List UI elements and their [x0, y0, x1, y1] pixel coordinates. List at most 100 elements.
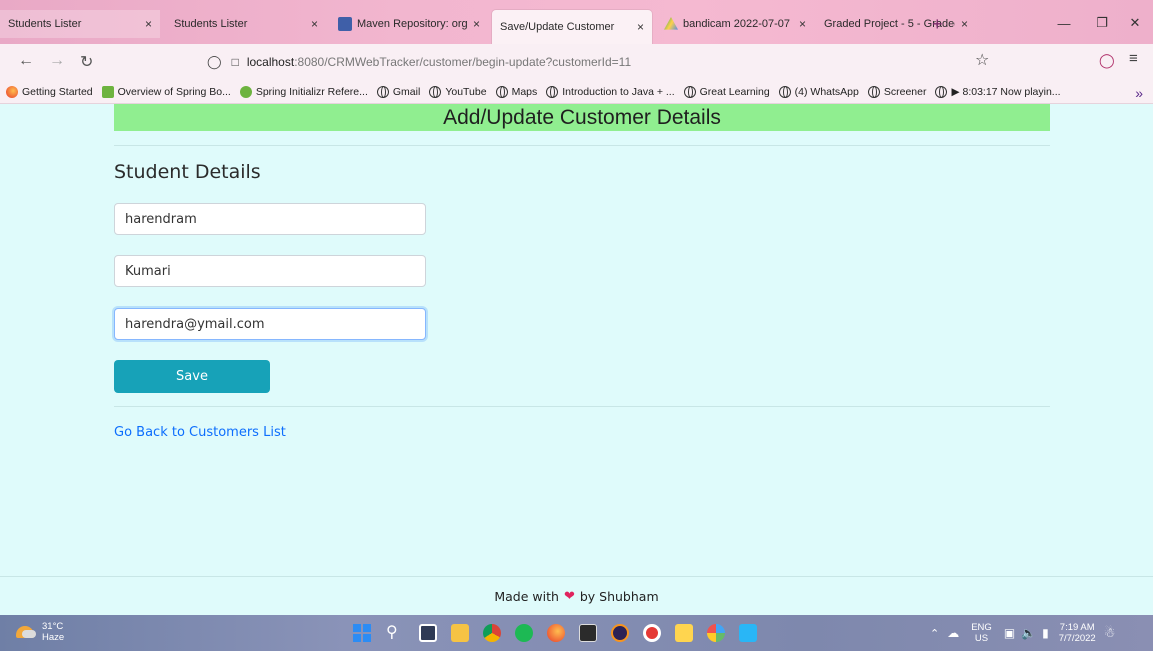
google-drive-icon: [664, 17, 678, 30]
email-input[interactable]: [114, 308, 426, 340]
globe-icon: [495, 85, 508, 98]
spring-icon: [101, 85, 114, 98]
window-close-icon[interactable]: ✕: [1117, 10, 1153, 36]
bookmark-label: Screener: [883, 85, 927, 98]
close-icon[interactable]: ×: [311, 17, 318, 31]
firefox-icon[interactable]: [547, 624, 565, 642]
section-title: Student Details: [114, 161, 261, 183]
forward-arrow-icon[interactable]: →: [49, 52, 65, 70]
globe-icon: [376, 85, 389, 98]
menu-icon[interactable]: ≡: [1129, 50, 1138, 67]
weather-widget[interactable]: 31°C Haze: [16, 621, 64, 643]
weather-desc: Haze: [42, 632, 65, 643]
bookmark-gmail[interactable]: Gmail: [376, 85, 420, 98]
close-icon[interactable]: ×: [799, 17, 806, 31]
tab-bandicam[interactable]: bandicam 2022-07-07 06 ×: [656, 10, 814, 38]
bookmark-great-learning[interactable]: Great Learning: [683, 85, 770, 98]
divider: [114, 406, 1050, 407]
volume-icon[interactable]: 🔈: [1021, 626, 1036, 640]
divider: [114, 145, 1050, 146]
bookmark-whatsapp[interactable]: (4) WhatsApp: [778, 85, 859, 98]
bookmarks-bar: Getting Started Overview of Spring Bo...…: [0, 80, 1153, 104]
bookmark-spring-initializr[interactable]: Spring Initializr Refere...: [239, 85, 368, 98]
globe-icon: [935, 85, 948, 98]
bookmark-label: (4) WhatsApp: [794, 85, 859, 98]
clock[interactable]: 7:19 AM 7/7/2022: [1059, 622, 1096, 644]
url-path: :8080/CRMWebTracker/customer/begin-updat…: [294, 55, 632, 69]
url-host: localhost: [246, 55, 295, 69]
photos-icon[interactable]: [739, 624, 757, 642]
notepad-icon[interactable]: [675, 624, 693, 642]
bookmark-label: Getting Started: [22, 85, 93, 98]
weather-temp: 31°C: [42, 621, 64, 632]
reload-icon[interactable]: ↻: [80, 52, 93, 72]
tab-label: Students Lister: [174, 18, 248, 30]
pocket-icon[interactable]: ◯: [1099, 52, 1115, 69]
page-icon: □: [231, 55, 239, 69]
save-button[interactable]: Save: [114, 360, 270, 393]
heart-icon: ❤: [563, 588, 575, 604]
back-arrow-icon[interactable]: ←: [18, 52, 34, 70]
network-icon[interactable]: ▣: [1004, 626, 1015, 640]
chrome-icon[interactable]: [483, 624, 501, 642]
first-name-input[interactable]: [114, 203, 426, 235]
bookmark-youtube[interactable]: YouTube: [429, 85, 487, 98]
close-icon[interactable]: ×: [145, 17, 152, 31]
bookmark-screener[interactable]: Screener: [867, 85, 927, 98]
bookmark-label: Great Learning: [699, 85, 770, 98]
record-icon[interactable]: [643, 624, 661, 642]
bookmark-overview-spring[interactable]: Overview of Spring Bo...: [101, 85, 231, 98]
bookmark-label: Introduction to Java + ...: [562, 85, 675, 98]
bookmark-label: YouTube: [445, 85, 487, 98]
tab-save-update-customer[interactable]: Save/Update Customer ×: [492, 10, 652, 44]
bookmark-intro-java[interactable]: Introduction to Java + ...: [546, 85, 675, 98]
browser-tab-strip: Students Lister × Students Lister × Mave…: [0, 0, 1153, 44]
spotify-icon[interactable]: [515, 624, 533, 642]
tab-students-lister-2[interactable]: Students Lister ×: [166, 10, 326, 38]
close-icon[interactable]: ×: [473, 17, 480, 31]
tab-graded-project[interactable]: Graded Project - 5 - Graded A ×: [816, 10, 976, 38]
weather-icon: [16, 626, 36, 638]
cloud-icon[interactable]: ☁: [947, 626, 959, 640]
shield-icon[interactable]: ◯: [207, 54, 222, 70]
address-bar[interactable]: ◯ □ localhost:8080/CRMWebTracker/custome…: [197, 49, 1005, 75]
tab-maven-repository[interactable]: Maven Repository: org.sp ×: [330, 10, 488, 38]
system-tray: ⌃ ☁ ENG US ▣ 🔈 ▮ 7:19 AM 7/7/2022 ☃: [930, 615, 1115, 651]
firefox-icon: [6, 85, 18, 98]
bookmark-star-icon[interactable]: ☆: [975, 50, 989, 70]
tab-label: Maven Repository: org.sp: [357, 18, 467, 30]
paint-icon[interactable]: [707, 624, 725, 642]
clock-time: 7:19 AM: [1059, 622, 1095, 633]
spring-icon: [239, 85, 252, 98]
tab-label: bandicam 2022-07-07 06: [683, 18, 793, 30]
battery-icon[interactable]: ▮: [1042, 626, 1049, 640]
language-indicator[interactable]: ENG US: [971, 622, 992, 644]
eclipse-icon[interactable]: [611, 624, 629, 642]
bookmark-label: ▶ 8:03:17 Now playin...: [951, 85, 1061, 98]
tab-students-lister-1[interactable]: Students Lister ×: [0, 10, 160, 38]
page-footer: Made with ❤ by Shubham: [0, 576, 1153, 615]
more-bookmarks-icon[interactable]: »: [1135, 85, 1143, 101]
terminal-icon[interactable]: [579, 624, 597, 642]
bookmark-getting-started[interactable]: Getting Started: [6, 85, 93, 98]
chevron-up-icon[interactable]: ⌃: [930, 627, 939, 640]
windows-start-icon[interactable]: [353, 624, 371, 642]
close-icon[interactable]: ×: [961, 17, 968, 31]
bookmark-label: Maps: [511, 85, 538, 98]
globe-icon: [867, 85, 880, 98]
restore-icon[interactable]: ❐: [1084, 10, 1120, 36]
task-view-icon[interactable]: [419, 624, 437, 642]
lang-top: ENG: [971, 622, 992, 633]
last-name-input[interactable]: [114, 255, 426, 287]
back-to-customers-link[interactable]: Go Back to Customers List: [114, 425, 286, 440]
notification-icon[interactable]: ☃: [1104, 625, 1116, 641]
tab-label: Students Lister: [8, 18, 82, 30]
minimize-icon[interactable]: —: [1046, 10, 1082, 36]
close-icon[interactable]: ×: [637, 20, 644, 34]
search-icon[interactable]: ⚲: [386, 624, 404, 642]
bookmark-now-playing[interactable]: ▶ 8:03:17 Now playin...: [935, 85, 1061, 98]
footer-prefix: Made with: [494, 588, 559, 604]
bookmark-maps[interactable]: Maps: [495, 85, 538, 98]
new-tab-icon[interactable]: +: [932, 14, 943, 35]
file-explorer-icon[interactable]: [451, 624, 469, 642]
